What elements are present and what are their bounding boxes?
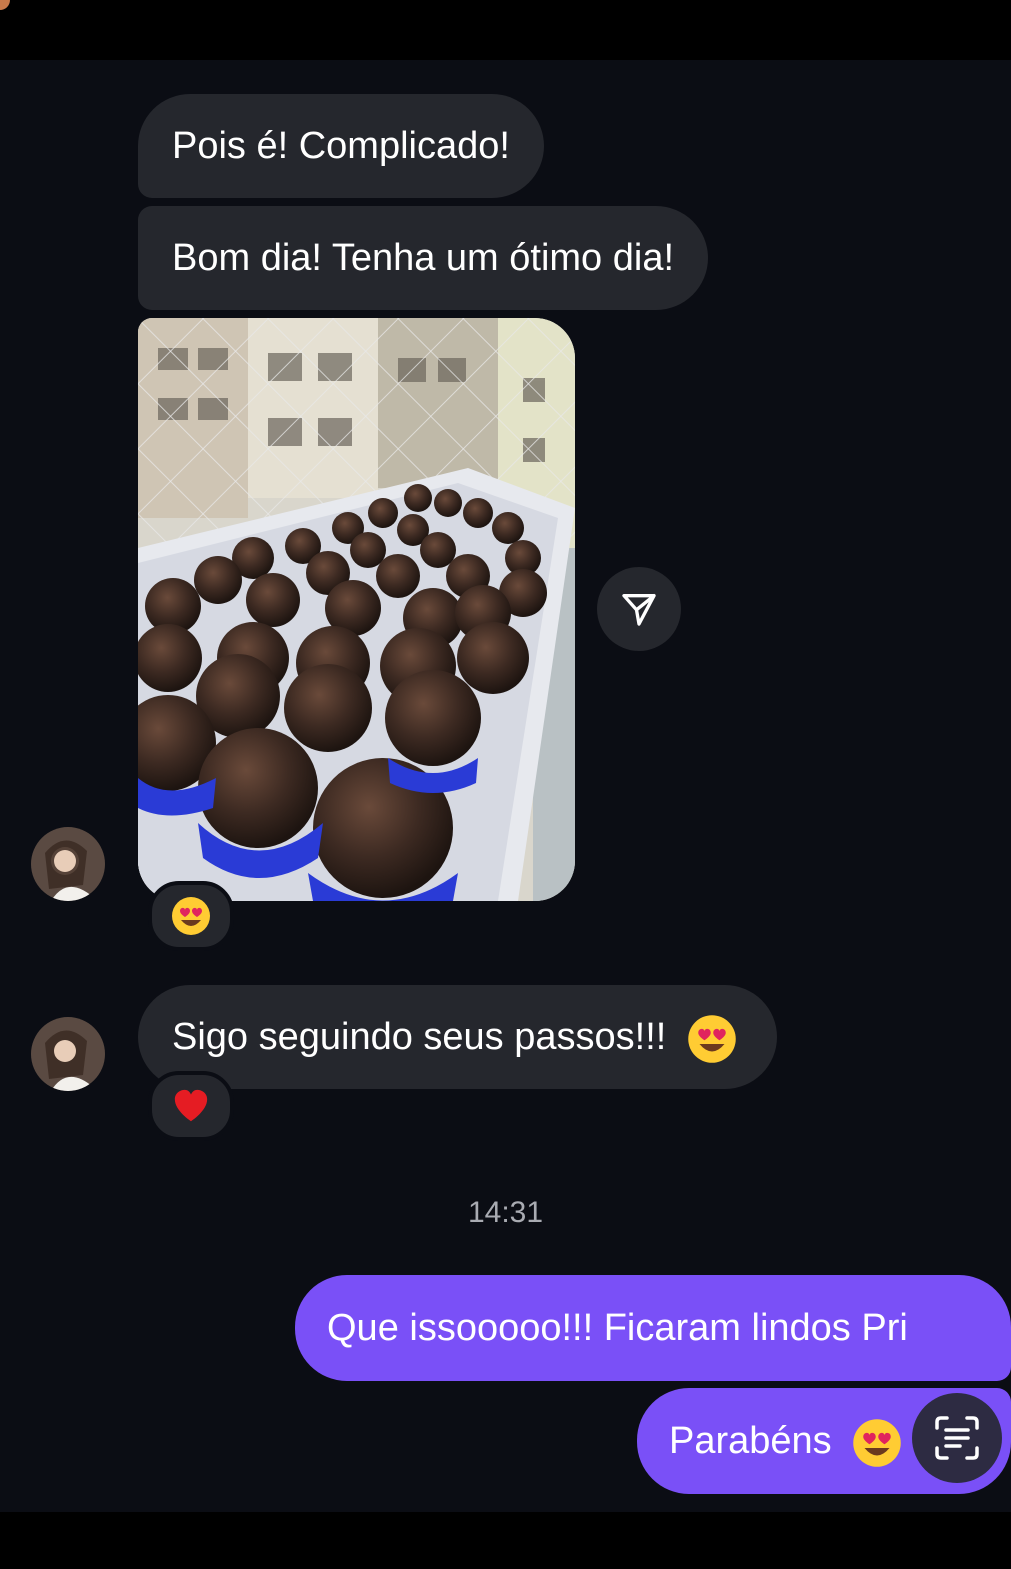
- heart-eyes-emoji-icon: [688, 1015, 736, 1063]
- timestamp-divider: 14:31: [467, 1196, 544, 1229]
- brigadeiros-photo: [138, 318, 575, 901]
- text-scan-button[interactable]: [912, 1393, 1002, 1483]
- avatar[interactable]: [31, 1017, 105, 1091]
- reaction-badge[interactable]: [148, 1071, 234, 1141]
- message-text: Bom dia! Tenha um ótimo dia!: [172, 237, 675, 279]
- red-heart-emoji-icon: [174, 1089, 208, 1122]
- bottom-bar: [0, 1512, 1011, 1569]
- avatar-photo: [31, 1017, 105, 1091]
- message-text: Parabéns: [669, 1420, 832, 1462]
- heart-eyes-emoji-icon: [172, 897, 210, 935]
- top-status-bar: [0, 0, 1011, 60]
- message-text: Sigo seguindo seus passos!!!: [172, 1016, 667, 1058]
- incoming-message-bubble[interactable]: Pois é! Complicado!: [138, 94, 544, 198]
- paper-plane-icon: [622, 594, 656, 626]
- reaction-badge[interactable]: [148, 881, 234, 951]
- message-text: Pois é! Complicado!: [172, 125, 510, 167]
- share-button[interactable]: [597, 567, 681, 651]
- incoming-message-bubble[interactable]: Sigo seguindo seus passos!!!: [138, 985, 777, 1089]
- avatar-photo: [31, 827, 105, 901]
- avatar[interactable]: [31, 827, 105, 901]
- corner-accent: [0, 0, 10, 10]
- message-text: Que issooooo!!! Ficaram lindos Pri: [327, 1307, 908, 1349]
- text-scan-icon: [935, 1416, 979, 1460]
- heart-eyes-emoji-icon: [853, 1419, 901, 1467]
- incoming-message-bubble[interactable]: Bom dia! Tenha um ótimo dia!: [138, 206, 709, 310]
- outgoing-message-bubble[interactable]: Que issooooo!!! Ficaram lindos Pri: [295, 1275, 1011, 1381]
- photo-message-brigadeiros[interactable]: [138, 318, 575, 901]
